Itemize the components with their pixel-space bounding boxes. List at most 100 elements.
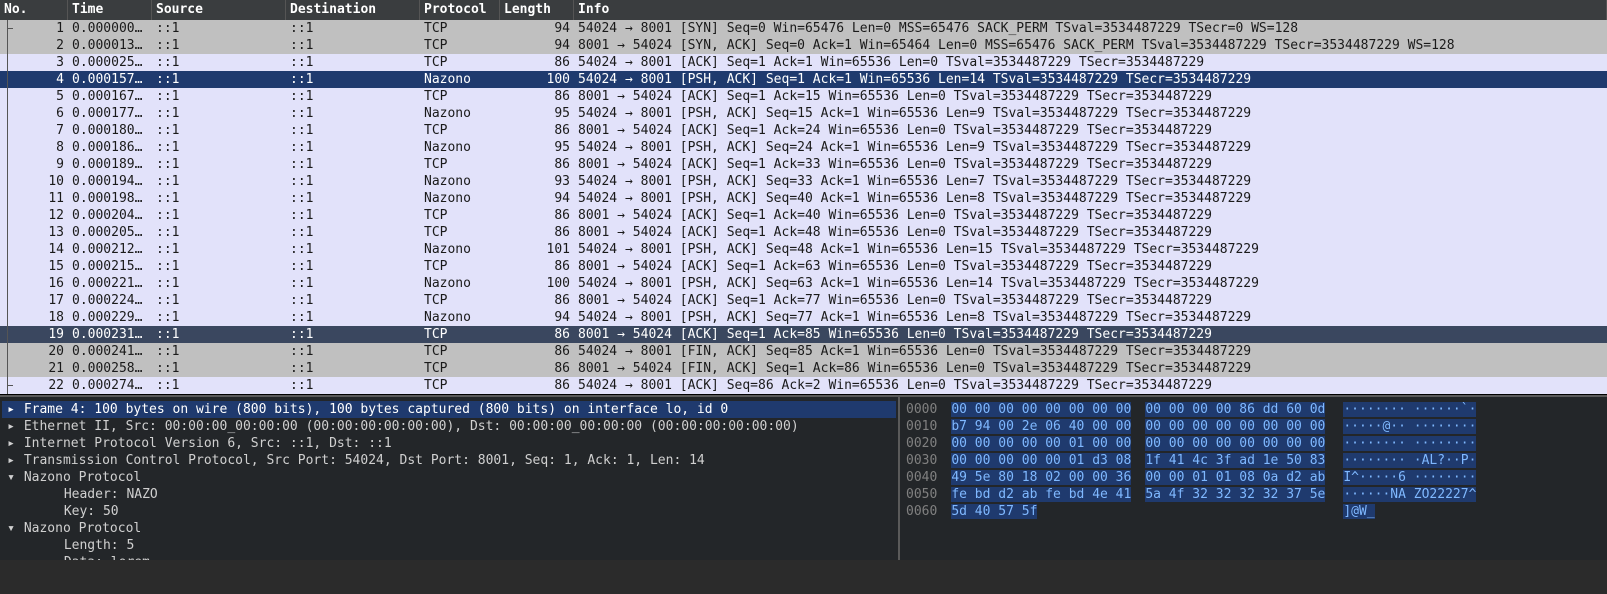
packet-row[interactable]: 50.000167…::1::1TCP868001 → 54024 [ACK] … <box>0 88 1607 105</box>
cell-source: ::1 <box>152 71 286 88</box>
cell-info: 54024 → 8001 [ACK] Seq=86 Ack=2 Win=6553… <box>574 377 1607 394</box>
column-header-no[interactable]: No. <box>0 0 68 20</box>
cell-time: 0.000157… <box>68 71 152 88</box>
disclosure-triangle-icon[interactable]: ▾ <box>6 520 16 537</box>
packet-row[interactable]: 110.000198…::1::1Nazono9454024 → 8001 [P… <box>0 190 1607 207</box>
details-line[interactable]: Key: 50 <box>2 503 896 520</box>
packet-row[interactable]: 180.000229…::1::1Nazono9454024 → 8001 [P… <box>0 309 1607 326</box>
cell-no: 12 <box>0 207 68 224</box>
cell-time: 0.000167… <box>68 88 152 105</box>
cell-info: 54024 → 8001 [PSH, ACK] Seq=1 Ack=1 Win=… <box>574 71 1607 88</box>
column-header-destination[interactable]: Destination <box>286 0 420 20</box>
packet-row[interactable]: 160.000221…::1::1Nazono10054024 → 8001 [… <box>0 275 1607 292</box>
packet-row[interactable]: 130.000205…::1::1TCP868001 → 54024 [ACK]… <box>0 224 1607 241</box>
column-header-time[interactable]: Time <box>68 0 152 20</box>
details-line[interactable]: Header: NAZO <box>2 486 896 503</box>
details-line[interactable]: Data: lorem <box>2 554 896 560</box>
cell-time: 0.000177… <box>68 105 152 122</box>
cell-time: 0.000205… <box>68 224 152 241</box>
packet-row[interactable]: 120.000204…::1::1TCP868001 → 54024 [ACK]… <box>0 207 1607 224</box>
cell-no: 14 <box>0 241 68 258</box>
cell-no: 11 <box>0 190 68 207</box>
cell-length: 93 <box>500 173 574 190</box>
cell-info: 8001 → 54024 [ACK] Seq=1 Ack=77 Win=6553… <box>574 292 1607 309</box>
details-line[interactable]: ▸ Ethernet II, Src: 00:00:00_00:00:00 (0… <box>2 418 896 435</box>
disclosure-triangle-icon[interactable]: ▸ <box>6 418 16 435</box>
cell-info: 8001 → 54024 [ACK] Seq=1 Ack=24 Win=6553… <box>574 122 1607 139</box>
cell-protocol: Nazono <box>420 275 500 292</box>
cell-source: ::1 <box>152 190 286 207</box>
cell-time: 0.000180… <box>68 122 152 139</box>
disclosure-triangle-icon[interactable]: ▸ <box>6 452 16 469</box>
cell-length: 100 <box>500 71 574 88</box>
cell-info: 8001 → 54024 [ACK] Seq=1 Ack=48 Win=6553… <box>574 224 1607 241</box>
cell-destination: ::1 <box>286 173 420 190</box>
details-line[interactable]: ▸ Frame 4: 100 bytes on wire (800 bits),… <box>2 401 896 418</box>
packet-row[interactable]: 220.000274…::1::1TCP8654024 → 8001 [ACK]… <box>0 377 1607 394</box>
cell-destination: ::1 <box>286 309 420 326</box>
hex-bytes[interactable]: 00 00 00 00 00 00 00 0000 00 00 00 86 dd… <box>951 401 1325 556</box>
disclosure-triangle-icon[interactable]: ▸ <box>6 401 16 418</box>
packet-row[interactable]: 90.000189…::1::1TCP868001 → 54024 [ACK] … <box>0 156 1607 173</box>
cell-destination: ::1 <box>286 207 420 224</box>
packet-row[interactable]: 40.000157…::1::1Nazono10054024 → 8001 [P… <box>0 71 1607 88</box>
column-header-source[interactable]: Source <box>152 0 286 20</box>
packet-list-pane[interactable]: No. Time Source Destination Protocol Len… <box>0 0 1607 395</box>
cell-no: 19 <box>0 326 68 343</box>
cell-length: 86 <box>500 360 574 377</box>
cell-source: ::1 <box>152 173 286 190</box>
disclosure-triangle-icon[interactable]: ▸ <box>6 435 16 452</box>
packet-row[interactable]: 30.000025…::1::1TCP8654024 → 8001 [ACK] … <box>0 54 1607 71</box>
cell-destination: ::1 <box>286 275 420 292</box>
packet-row[interactable]: 150.000215…::1::1TCP868001 → 54024 [ACK]… <box>0 258 1607 275</box>
cell-time: 0.000198… <box>68 190 152 207</box>
cell-no: 22 <box>0 377 68 394</box>
cell-info: 54024 → 8001 [ACK] Seq=1 Ack=1 Win=65536… <box>574 54 1607 71</box>
cell-source: ::1 <box>152 309 286 326</box>
packet-row[interactable]: 20.000013…::1::1TCP948001 → 54024 [SYN, … <box>0 37 1607 54</box>
packet-bytes-pane[interactable]: 0000001000200030004000500060 00 00 00 00… <box>900 397 1607 560</box>
packet-details-pane[interactable]: ▸ Frame 4: 100 bytes on wire (800 bits),… <box>0 397 900 560</box>
cell-source: ::1 <box>152 37 286 54</box>
cell-no: 9 <box>0 156 68 173</box>
cell-source: ::1 <box>152 360 286 377</box>
cell-no: 10 <box>0 173 68 190</box>
cell-length: 100 <box>500 275 574 292</box>
cell-length: 94 <box>500 190 574 207</box>
column-header-info[interactable]: Info <box>574 0 1607 20</box>
cell-no: 15 <box>0 258 68 275</box>
packet-row[interactable]: 80.000186…::1::1Nazono9554024 → 8001 [PS… <box>0 139 1607 156</box>
details-line[interactable]: ▸ Transmission Control Protocol, Src Por… <box>2 452 896 469</box>
disclosure-triangle-icon[interactable]: ▾ <box>6 469 16 486</box>
details-line[interactable]: ▸ Internet Protocol Version 6, Src: ::1,… <box>2 435 896 452</box>
packet-row[interactable]: 140.000212…::1::1Nazono10154024 → 8001 [… <box>0 241 1607 258</box>
packet-row[interactable]: 60.000177…::1::1Nazono9554024 → 8001 [PS… <box>0 105 1607 122</box>
packet-list-header[interactable]: No. Time Source Destination Protocol Len… <box>0 0 1607 20</box>
cell-destination: ::1 <box>286 224 420 241</box>
cell-time: 0.000229… <box>68 309 152 326</box>
cell-protocol: TCP <box>420 292 500 309</box>
cell-destination: ::1 <box>286 258 420 275</box>
packet-row[interactable]: 190.000231…::1::1TCP868001 → 54024 [ACK]… <box>0 326 1607 343</box>
cell-destination: ::1 <box>286 156 420 173</box>
cell-source: ::1 <box>152 326 286 343</box>
details-line[interactable]: ▾ Nazono Protocol <box>2 520 896 537</box>
packet-row[interactable]: 200.000241…::1::1TCP8654024 → 8001 [FIN,… <box>0 343 1607 360</box>
packet-row[interactable]: 70.000180…::1::1TCP868001 → 54024 [ACK] … <box>0 122 1607 139</box>
cell-source: ::1 <box>152 105 286 122</box>
cell-no: 21 <box>0 360 68 377</box>
column-header-protocol[interactable]: Protocol <box>420 0 500 20</box>
details-line[interactable]: Length: 5 <box>2 537 896 554</box>
cell-protocol: TCP <box>420 377 500 394</box>
packet-row[interactable]: 100.000194…::1::1Nazono9354024 → 8001 [P… <box>0 173 1607 190</box>
cell-no: 8 <box>0 139 68 156</box>
cell-source: ::1 <box>152 54 286 71</box>
packet-row[interactable]: 170.000224…::1::1TCP868001 → 54024 [ACK]… <box>0 292 1607 309</box>
packet-rows[interactable]: 10.000000…::1::1TCP9454024 → 8001 [SYN] … <box>0 20 1607 394</box>
column-header-length[interactable]: Length <box>500 0 574 20</box>
packet-row[interactable]: 210.000258…::1::1TCP868001 → 54024 [FIN,… <box>0 360 1607 377</box>
details-line[interactable]: ▾ Nazono Protocol <box>2 469 896 486</box>
packet-row[interactable]: 10.000000…::1::1TCP9454024 → 8001 [SYN] … <box>0 20 1607 37</box>
cell-info: 54024 → 8001 [PSH, ACK] Seq=33 Ack=1 Win… <box>574 173 1607 190</box>
cell-time: 0.000189… <box>68 156 152 173</box>
